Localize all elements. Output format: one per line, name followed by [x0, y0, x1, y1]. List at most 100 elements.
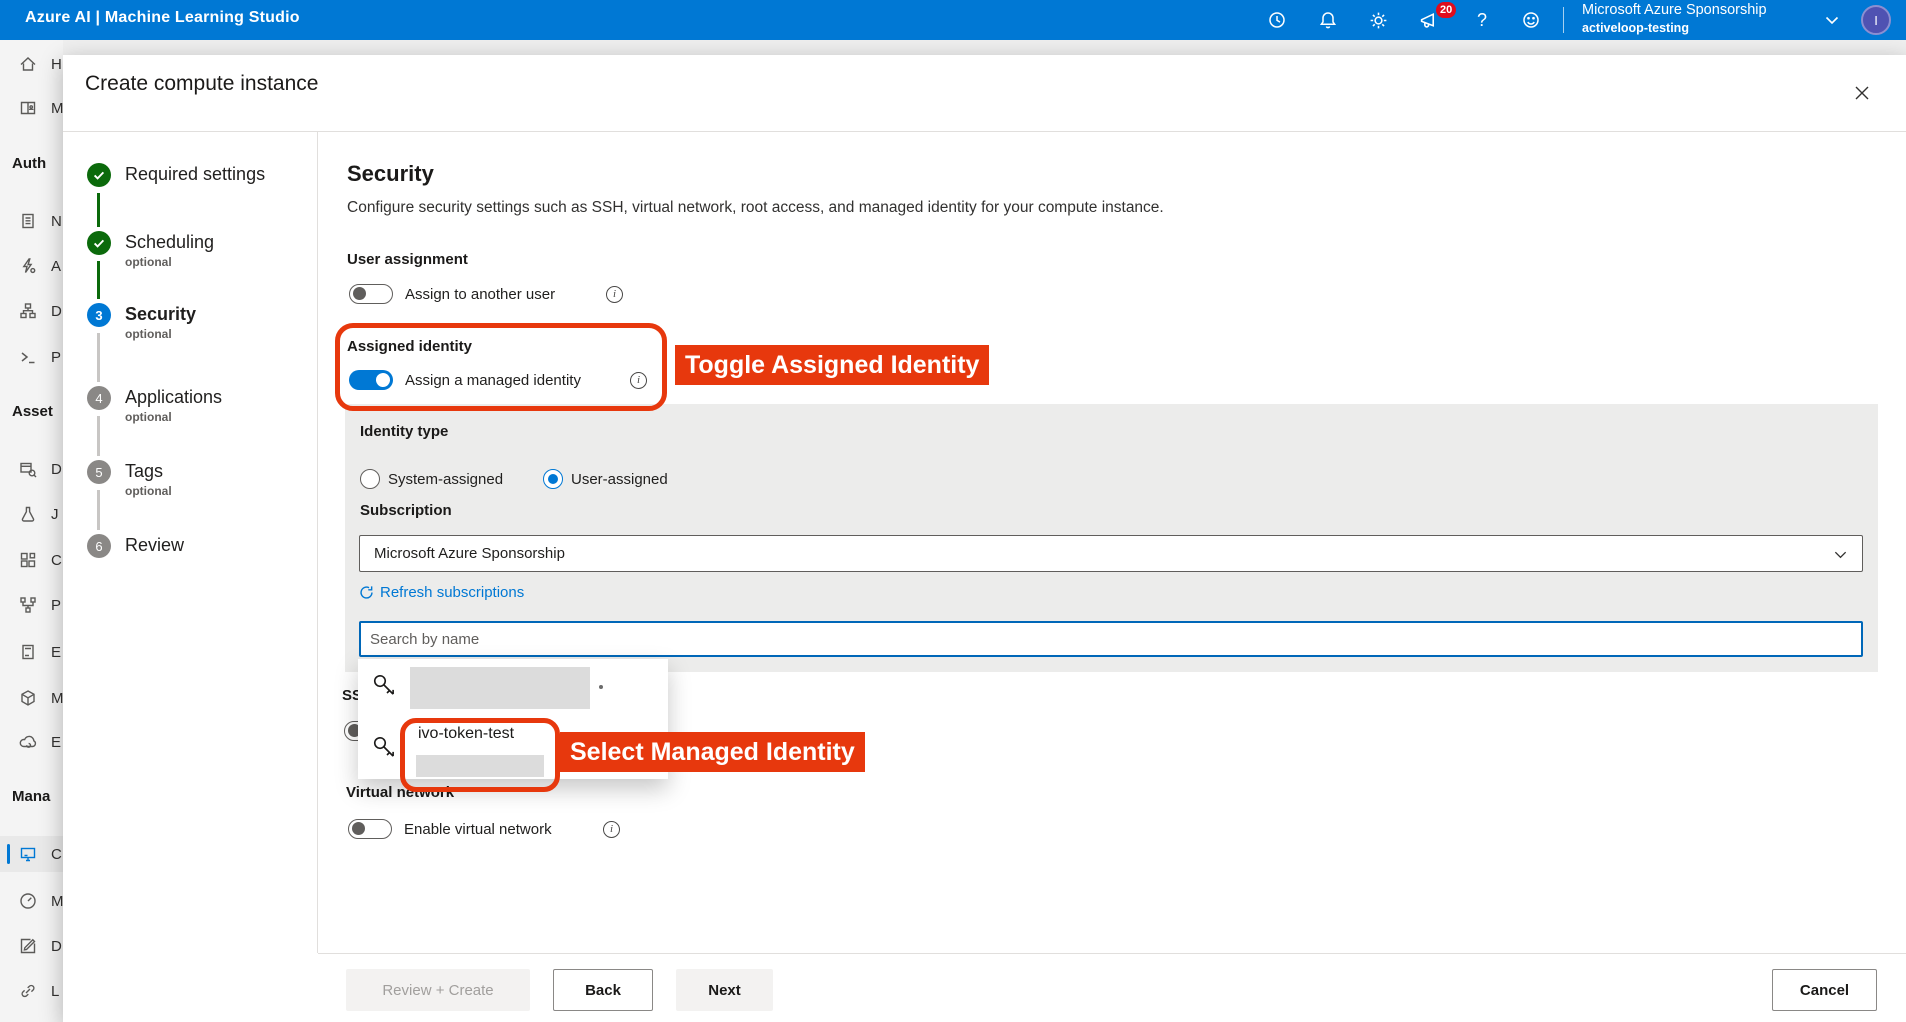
radio-system-assigned-label: System-assigned	[388, 471, 503, 488]
dialog-title: Create compute instance	[85, 72, 318, 96]
history-clock-icon[interactable]	[1264, 7, 1290, 33]
sidebar-item-prompt-flow[interactable]: P	[0, 339, 63, 375]
stepper-divider	[317, 132, 318, 953]
refresh-subscriptions-link[interactable]: Refresh subscriptions	[359, 584, 524, 601]
annotation-box-assigned-identity	[335, 323, 667, 411]
info-icon[interactable]	[603, 821, 620, 838]
sidebar-item-jobs[interactable]: J	[0, 496, 63, 532]
sidebar-item-notebooks[interactable]: N	[0, 203, 63, 239]
settings-gear-icon[interactable]	[1365, 7, 1391, 33]
sidebar-item-automated-ml[interactable]: A	[0, 248, 63, 284]
workspace-name[interactable]: activeloop-testing	[1582, 21, 1689, 35]
sidebar-item-linked-services[interactable]: L	[0, 973, 63, 1009]
next-button[interactable]: Next	[676, 969, 773, 1011]
virtual-network-label: Virtual network	[346, 784, 454, 801]
identity-type-label: Identity type	[360, 423, 448, 440]
subscription-label: Subscription	[360, 502, 452, 519]
sidebar-item-compute[interactable]: C	[0, 836, 63, 872]
topbar-separator	[1563, 7, 1564, 33]
smiley-feedback-icon[interactable]	[1518, 7, 1544, 33]
step-review[interactable]: 6 Review	[87, 534, 184, 558]
monitoring-gauge-icon	[18, 891, 38, 911]
dot	[599, 685, 603, 689]
user-avatar[interactable]: I	[1861, 5, 1891, 35]
radio-system-assigned[interactable]	[360, 469, 380, 489]
sidebar-item-models[interactable]: M	[0, 680, 63, 716]
create-compute-instance-dialog: Create compute instance Required setting…	[63, 55, 1906, 1022]
footer-divider	[318, 953, 1906, 954]
sidebar-section-manage: Mana	[12, 788, 50, 805]
sidebar-section-assets: Asset	[12, 403, 53, 420]
linked-services-link-icon	[18, 981, 38, 1001]
compute-monitor-icon	[18, 844, 38, 864]
sidebar-item-designer[interactable]: D	[0, 293, 63, 329]
annotation-label-toggle-assigned-identity: Toggle Assigned Identity	[675, 345, 989, 385]
models-cube-icon	[18, 688, 38, 708]
cancel-button[interactable]: Cancel	[1772, 969, 1877, 1011]
account-chevron-down-icon[interactable]	[1824, 13, 1840, 27]
home-icon	[18, 54, 38, 74]
notebooks-icon	[18, 211, 38, 231]
assign-managed-identity-toggle-label: Assign a managed identity	[405, 372, 581, 389]
enable-virtual-network-toggle[interactable]	[348, 819, 392, 839]
notifications-bell-icon[interactable]	[1315, 7, 1341, 33]
chevron-down-icon	[1833, 547, 1848, 562]
annotation-label-select-managed-identity: Select Managed Identity	[560, 732, 865, 772]
identity-search-input[interactable]	[359, 621, 1863, 657]
check-icon	[87, 163, 111, 187]
enable-virtual-network-toggle-label: Enable virtual network	[404, 821, 552, 838]
automated-ml-icon	[18, 256, 38, 276]
step-applications[interactable]: 4 Applicationsoptional	[87, 386, 222, 424]
notification-badge: 20	[1436, 2, 1456, 18]
sidebar-item-data-labeling[interactable]: D	[0, 928, 63, 964]
redacted-identity-name	[410, 667, 590, 709]
left-nav-sidebar: H M Auth N A D P Asset D J C P E	[0, 40, 63, 1022]
radio-user-assigned-label: User-assigned	[571, 471, 668, 488]
back-button[interactable]: Back	[553, 969, 653, 1011]
step-number: 4	[87, 386, 111, 410]
designer-icon	[18, 301, 38, 321]
check-icon	[87, 231, 111, 255]
redacted-identity-subline	[416, 755, 544, 777]
security-heading: Security	[347, 161, 434, 187]
assign-to-another-user-toggle[interactable]	[349, 284, 393, 304]
step-scheduling[interactable]: Schedulingoptional	[87, 231, 214, 269]
sidebar-item-monitoring[interactable]: M	[0, 883, 63, 919]
key-icon	[370, 671, 400, 701]
assigned-identity-label: Assigned identity	[347, 338, 472, 355]
pipelines-icon	[18, 595, 38, 615]
radio-user-assigned[interactable]	[543, 469, 563, 489]
sidebar-item-home[interactable]: H	[0, 46, 63, 82]
model-catalog-icon	[18, 98, 38, 118]
refresh-icon	[359, 585, 374, 600]
sidebar-item-environments[interactable]: E	[0, 634, 63, 670]
sidebar-item-endpoints[interactable]: E	[0, 724, 63, 760]
endpoints-cloud-icon	[18, 732, 38, 752]
data-labeling-pencil-icon	[18, 936, 38, 956]
sidebar-item-components[interactable]: C	[0, 542, 63, 578]
step-security[interactable]: 3 Securityoptional	[87, 303, 196, 341]
assign-managed-identity-toggle[interactable]	[349, 370, 393, 390]
key-icon	[370, 733, 400, 763]
info-icon[interactable]	[606, 286, 623, 303]
environments-icon	[18, 642, 38, 662]
tenant-name[interactable]: Microsoft Azure Sponsorship	[1582, 2, 1767, 18]
step-required-settings[interactable]: Required settings	[87, 163, 265, 187]
top-app-bar: Azure AI | Machine Learning Studio 20 ? …	[0, 0, 1906, 40]
security-description: Configure security settings such as SSH,…	[347, 199, 1597, 217]
close-icon[interactable]	[1848, 79, 1876, 107]
identity-option-name: ivo-token-test	[418, 725, 514, 743]
sidebar-item-pipelines[interactable]: P	[0, 587, 63, 623]
sidebar-item-data[interactable]: D	[0, 451, 63, 487]
step-number: 6	[87, 534, 111, 558]
sidebar-section-authoring: Auth	[12, 155, 46, 172]
info-icon[interactable]	[630, 372, 647, 389]
header-divider	[63, 131, 1906, 132]
subscription-select[interactable]: Microsoft Azure Sponsorship	[359, 535, 1863, 572]
data-icon	[18, 459, 38, 479]
review-create-button[interactable]: Review + Create	[346, 969, 530, 1011]
identity-option-redacted[interactable]	[358, 659, 668, 715]
prompt-flow-icon	[18, 347, 38, 367]
sidebar-item-model-catalog[interactable]: M	[0, 90, 63, 126]
help-icon[interactable]: ?	[1469, 7, 1495, 33]
